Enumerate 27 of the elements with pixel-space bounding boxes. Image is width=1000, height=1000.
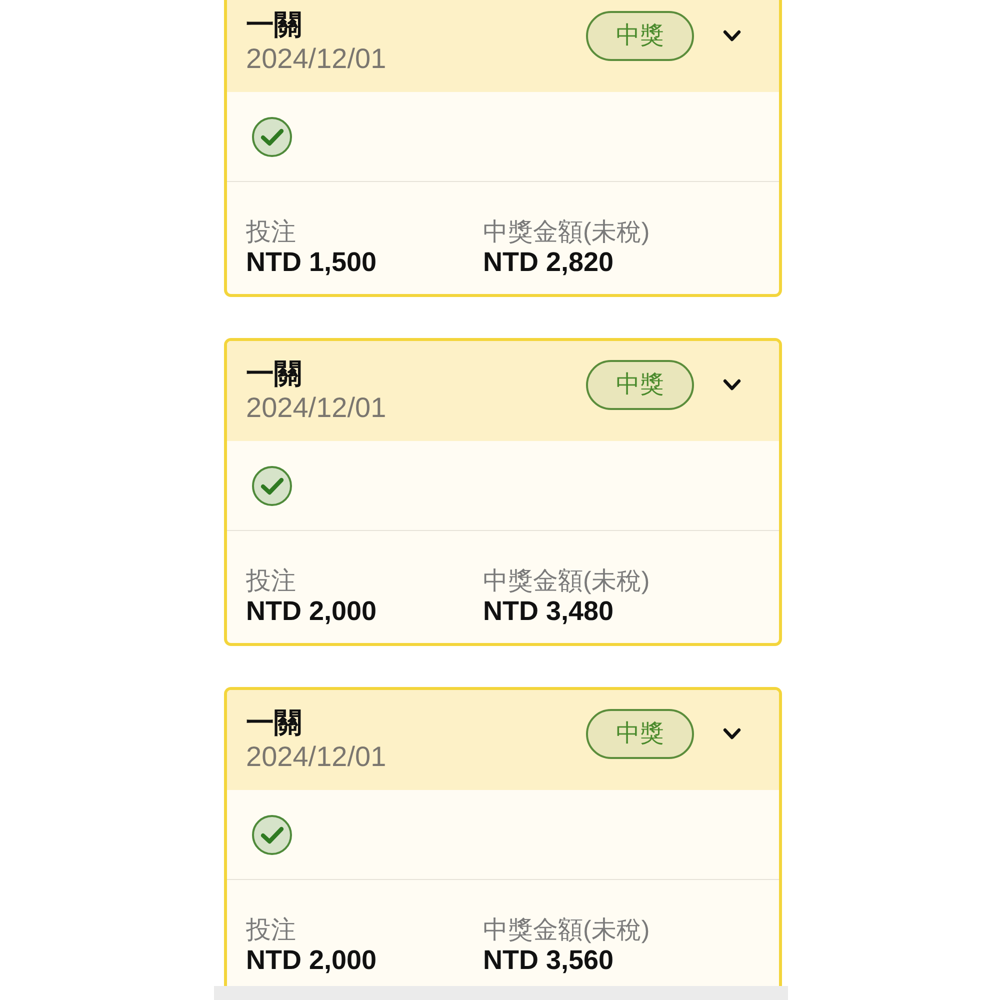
status-badge: 中獎 xyxy=(586,11,694,61)
chevron-down-icon[interactable] xyxy=(723,30,741,42)
stat-label: 中獎金額(未稅) xyxy=(483,567,651,595)
stat-value: NTD 3,480 xyxy=(483,595,615,627)
bet-date: 2024/12/01 xyxy=(246,42,388,76)
stat-label: 中獎金額(未稅) xyxy=(483,218,651,246)
check-circle-icon xyxy=(252,815,292,855)
stat-label: 投注 xyxy=(246,218,297,246)
stat-value: NTD 2,000 xyxy=(246,595,378,627)
stat-value: NTD 3,560 xyxy=(483,944,615,976)
status-badge: 中獎 xyxy=(586,709,694,759)
stat-label: 投注 xyxy=(246,916,297,944)
stat-label: 中獎金額(未稅) xyxy=(483,916,651,944)
stat-value: NTD 1,500 xyxy=(246,246,378,278)
stat-value: NTD 2,820 xyxy=(483,246,615,278)
check-circle-icon xyxy=(252,466,292,506)
bet-title: 一關 xyxy=(246,357,303,391)
bet-date: 2024/12/01 xyxy=(246,391,388,425)
bet-title: 一關 xyxy=(246,706,303,740)
check-circle-icon xyxy=(252,117,292,157)
chevron-down-icon[interactable] xyxy=(723,728,741,740)
stat-label: 投注 xyxy=(246,567,297,595)
bet-date: 2024/12/01 xyxy=(246,740,388,774)
status-badge: 中獎 xyxy=(586,360,694,410)
stat-value: NTD 2,000 xyxy=(246,944,378,976)
chevron-down-icon[interactable] xyxy=(723,379,741,391)
bet-title: 一關 xyxy=(246,8,303,42)
